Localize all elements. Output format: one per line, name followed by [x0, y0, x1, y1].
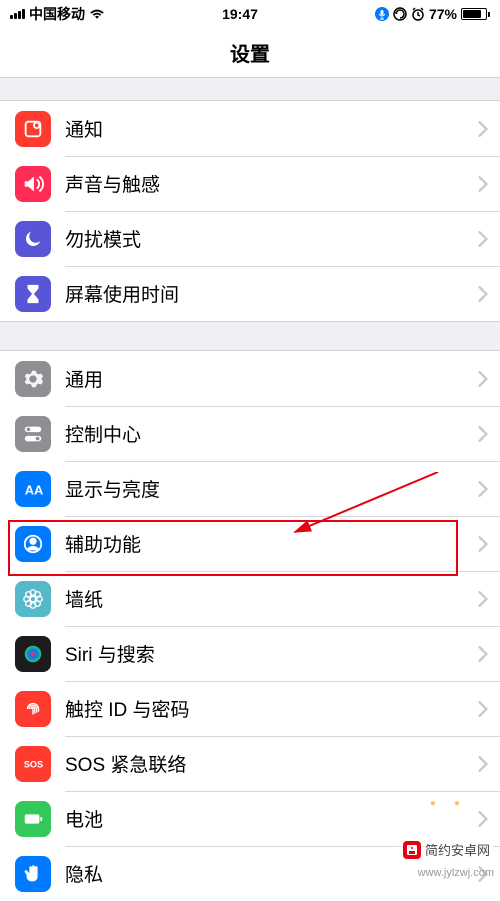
chevron-right-icon — [478, 811, 488, 827]
flower-icon — [15, 581, 51, 617]
settings-row-sos[interactable]: SOS SOS 紧急联络 — [0, 736, 500, 791]
battery-pct: 77% — [429, 6, 457, 22]
voice-icon — [375, 7, 389, 21]
row-label: SOS 紧急联络 — [65, 750, 478, 777]
chevron-right-icon — [478, 286, 488, 302]
row-label: 声音与触感 — [65, 170, 478, 197]
chevron-right-icon — [478, 371, 488, 387]
wifi-icon — [89, 8, 105, 20]
watermark-url: www.jylzwj.com — [418, 867, 494, 879]
battery-icon — [15, 801, 51, 837]
sos-icon: SOS — [15, 746, 51, 782]
svg-text:SOS: SOS — [24, 759, 43, 769]
chevron-right-icon — [478, 701, 488, 717]
status-left: 中国移动 — [10, 4, 105, 24]
row-label: 电池 — [65, 805, 478, 832]
settings-row-wallpaper[interactable]: 墙纸 — [0, 571, 500, 626]
row-label: 勿扰模式 — [65, 225, 478, 252]
settings-row-sounds[interactable]: 声音与触感 — [0, 156, 500, 211]
row-label: 屏幕使用时间 — [65, 280, 478, 307]
status-bar: 中国移动 19:47 77% — [0, 0, 500, 28]
siri-icon — [15, 636, 51, 672]
moon-icon — [15, 221, 51, 257]
settings-row-control-center[interactable]: 控制中心 — [0, 406, 500, 461]
chevron-right-icon — [478, 231, 488, 247]
hourglass-icon — [15, 276, 51, 312]
settings-group-2: 通用控制中心AA显示与亮度辅助功能墙纸Siri 与搜索触控 ID 与密码SOSS… — [0, 350, 500, 902]
row-label: Siri 与搜索 — [65, 640, 478, 667]
person-circle-icon — [15, 526, 51, 562]
status-time: 19:47 — [222, 6, 258, 22]
alarm-icon — [411, 7, 425, 21]
watermark: 简约安卓网 — [399, 838, 494, 861]
settings-group-1: 通知声音与触感勿扰模式屏幕使用时间 — [0, 100, 500, 322]
aa-icon: AA — [15, 471, 51, 507]
row-label: 辅助功能 — [65, 530, 478, 557]
fingerprint-icon — [15, 691, 51, 727]
settings-row-siri[interactable]: Siri 与搜索 — [0, 626, 500, 681]
orientation-lock-icon — [393, 7, 407, 21]
carrier-label: 中国移动 — [29, 4, 85, 24]
row-label: 通知 — [65, 115, 478, 142]
gear-icon — [15, 361, 51, 397]
chevron-right-icon — [478, 646, 488, 662]
row-label: 触控 ID 与密码 — [65, 695, 478, 722]
row-label: 墙纸 — [65, 585, 478, 612]
settings-row-display[interactable]: AA 显示与亮度 — [0, 461, 500, 516]
row-label: 显示与亮度 — [65, 475, 478, 502]
row-label: 隐私 — [65, 860, 478, 887]
chevron-right-icon — [478, 121, 488, 137]
settings-row-touchid[interactable]: 触控 ID 与密码 — [0, 681, 500, 736]
chevron-right-icon — [478, 176, 488, 192]
chevron-right-icon — [478, 426, 488, 442]
switches-icon — [15, 416, 51, 452]
chevron-right-icon — [478, 536, 488, 552]
page-title: 设置 — [230, 38, 270, 67]
bell-icon — [15, 111, 51, 147]
svg-text:AA: AA — [25, 482, 44, 497]
chevron-right-icon — [478, 591, 488, 607]
chevron-right-icon — [478, 756, 488, 772]
settings-row-general[interactable]: 通用 — [0, 351, 500, 406]
settings-row-notifications[interactable]: 通知 — [0, 101, 500, 156]
speaker-icon — [15, 166, 51, 202]
row-label: 控制中心 — [65, 420, 478, 447]
nav-bar: 设置 — [0, 28, 500, 78]
settings-row-screentime[interactable]: 屏幕使用时间 — [0, 266, 500, 321]
signal-icon — [10, 9, 25, 19]
row-label: 通用 — [65, 365, 478, 392]
decorative-dots: ●● — [430, 798, 460, 809]
watermark-icon — [403, 841, 421, 859]
watermark-text: 简约安卓网 — [425, 840, 490, 859]
battery-icon — [461, 8, 490, 20]
status-right: 77% — [375, 6, 490, 22]
chevron-right-icon — [478, 481, 488, 497]
settings-row-dnd[interactable]: 勿扰模式 — [0, 211, 500, 266]
settings-row-accessibility[interactable]: 辅助功能 — [0, 516, 500, 571]
hand-icon — [15, 856, 51, 892]
